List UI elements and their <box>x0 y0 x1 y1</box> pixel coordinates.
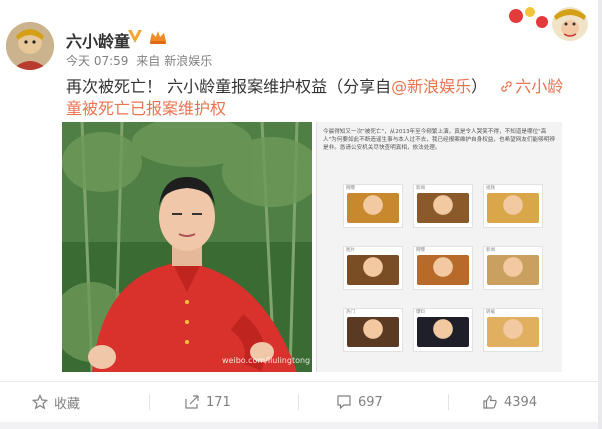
share-icon <box>185 395 199 409</box>
weibo-post-card: 六小龄童 今天 07:59 来自 新浪娱乐 再次被死亡！ 六小龄童报案维护权益（分… <box>0 0 602 429</box>
thumbnail-card: 热门 <box>343 308 403 352</box>
post-text-close: ） <box>471 77 488 96</box>
thumbnail-caption: 网曝 <box>416 248 425 253</box>
monkey-king-decoration-icon <box>509 7 588 41</box>
thumbnail-card: 网曝 <box>343 184 403 228</box>
thumbnail-image <box>417 193 469 223</box>
thumbnail-caption: 图片 <box>346 248 355 253</box>
repost-count: 171 <box>206 394 231 410</box>
thumbnail-card: 网曝 <box>413 246 473 290</box>
thumbnail-caption: 热门 <box>346 310 355 315</box>
post-source[interactable]: 新浪娱乐 <box>164 54 212 68</box>
thumbnail-card: 新闻 <box>413 184 473 228</box>
link-icon <box>501 81 512 92</box>
post-photo[interactable]: weibo.com/liulingtong <box>62 122 312 372</box>
thumbnail-image <box>347 193 399 223</box>
favorite-label: 收藏 <box>54 396 81 412</box>
like-button[interactable]: 4394 <box>482 382 537 422</box>
thumbnail-image <box>347 317 399 347</box>
thumbnail-caption: 新闻 <box>486 248 495 253</box>
thumbnail-caption: 爆料 <box>416 310 425 315</box>
post-meta: 今天 07:59 来自 新浪娱乐 <box>66 52 216 69</box>
thumbnail-card: 转载 <box>483 308 543 352</box>
repost-button[interactable]: 171 <box>184 382 231 422</box>
thumbnail-image <box>417 255 469 285</box>
thumbnail-caption: 转载 <box>486 310 495 315</box>
favorite-button[interactable]: 收藏 <box>32 382 80 422</box>
comment-icon <box>337 395 351 410</box>
thumbnail-caption: 视频 <box>486 186 495 191</box>
star-icon <box>32 394 48 410</box>
thumbnail-image <box>347 255 399 285</box>
scrollbar-track[interactable] <box>598 0 602 429</box>
photo-watermark: weibo.com/liulingtong <box>222 356 311 365</box>
post-text-main: 再次被死亡！ 六小龄童报案维护权益（分享自 <box>66 77 392 96</box>
comment-button[interactable]: 697 <box>336 382 383 422</box>
avatar[interactable] <box>6 22 54 70</box>
thumbnail-image <box>417 317 469 347</box>
action-separator <box>448 394 449 410</box>
thumbnail-card: 新闻 <box>483 246 543 290</box>
bottom-gap <box>0 422 602 429</box>
mention-link[interactable]: @新浪娱乐 <box>391 77 471 96</box>
thumbnail-caption: 网曝 <box>346 186 355 191</box>
post-time[interactable]: 今天 07:59 <box>66 54 128 68</box>
article-screenshot-image[interactable]: 今晨得知又一次"被死亡"，从2013年至今频繁上演，真是令人哭笑不得，不知道是哪… <box>316 122 562 372</box>
like-count: 4394 <box>504 394 538 410</box>
thumbnail-card: 视频 <box>483 184 543 228</box>
vip-crown-icon[interactable] <box>148 29 168 45</box>
thumbnail-image <box>487 255 539 285</box>
from-label: 来自 <box>136 54 161 68</box>
comment-count: 697 <box>358 394 383 410</box>
thumbnail-image <box>487 193 539 223</box>
article-intro-text: 今晨得知又一次"被死亡"，从2013年至今频繁上演，真是令人哭笑不得，不知道是哪… <box>323 129 555 151</box>
action-bar: 收藏 171 697 4394 <box>0 382 598 422</box>
thumbnail-image <box>487 317 539 347</box>
thumbnail-caption: 新闻 <box>416 186 425 191</box>
post-text: 再次被死亡！ 六小龄童报案维护权益（分享自@新浪娱乐） 六小龄童被死亡已报案维护… <box>66 76 576 120</box>
thumbnail-card: 图片 <box>343 246 403 290</box>
action-separator <box>298 394 299 410</box>
action-separator <box>149 394 150 410</box>
verified-v-icon <box>128 30 142 43</box>
like-icon <box>483 395 497 409</box>
thumbnail-card: 爆料 <box>413 308 473 352</box>
username[interactable]: 六小龄童 <box>66 28 130 52</box>
